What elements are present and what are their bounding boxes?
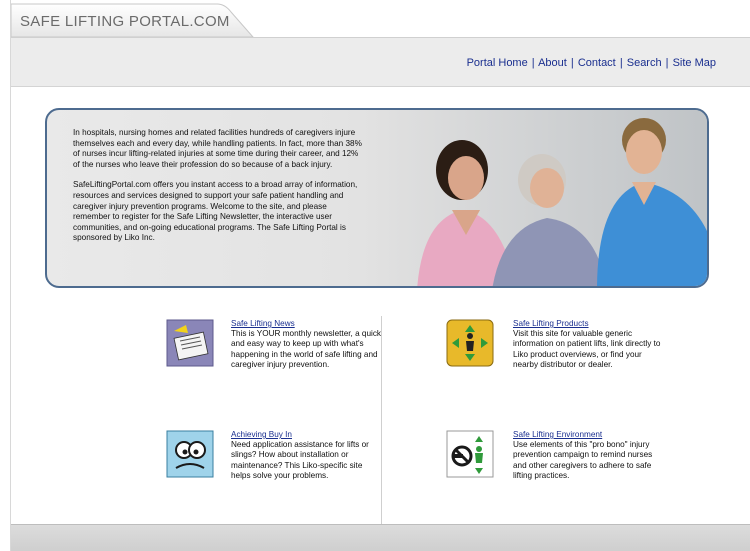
feature-safe-lifting-environment: Safe Lifting Environment Use elements of…: [513, 430, 663, 482]
feature-divider: [381, 316, 382, 524]
safe-lifting-news-link[interactable]: Safe Lifting News: [231, 319, 381, 329]
hero-paragraph-2: SafeLiftingPortal.com offers you instant…: [73, 180, 358, 243]
logo-tab[interactable]: SAFE LIFTING PORTAL.COM: [11, 2, 269, 38]
nav-separator: |: [665, 57, 669, 69]
safe-lifting-news-description: This is YOUR monthly newsletter, a quick…: [231, 329, 382, 370]
hero-caregivers-photo: [382, 110, 707, 286]
page-container: SAFE LIFTING PORTAL.COM Portal Home | Ab…: [10, 0, 750, 551]
feature-safe-lifting-products: Safe Lifting Products Visit this site fo…: [513, 319, 663, 371]
achieving-buy-in-link[interactable]: Achieving Buy In: [231, 430, 381, 440]
nav-separator: |: [619, 57, 623, 69]
site-logo[interactable]: SAFE LIFTING PORTAL.COM: [20, 13, 230, 30]
top-nav-links: Portal Home | About | Contact | Search |…: [467, 57, 716, 69]
hero-paragraph-1: In hospitals, nursing homes and related …: [73, 128, 362, 169]
feature-safe-lifting-news: Safe Lifting News This is YOUR monthly n…: [231, 319, 381, 371]
nav-link-about[interactable]: About: [538, 57, 567, 69]
hero-intro-text: In hospitals, nursing homes and related …: [73, 128, 363, 254]
nav-link-contact[interactable]: Contact: [578, 57, 616, 69]
top-nav-bar: Portal Home | About | Contact | Search |…: [11, 37, 750, 87]
safe-lifting-products-link[interactable]: Safe Lifting Products: [513, 319, 663, 329]
safe-lifting-environment-link[interactable]: Safe Lifting Environment: [513, 430, 663, 440]
nav-link-portal-home[interactable]: Portal Home: [467, 57, 528, 69]
face-icon[interactable]: [166, 430, 214, 478]
nav-separator: |: [531, 57, 535, 69]
nav-link-search[interactable]: Search: [627, 57, 662, 69]
nav-separator: |: [570, 57, 574, 69]
hero-banner: In hospitals, nursing homes and related …: [45, 108, 709, 288]
achieving-buy-in-description: Need application assistance for lifts or…: [231, 440, 369, 481]
newspaper-icon[interactable]: [166, 319, 214, 367]
nav-link-site-map[interactable]: Site Map: [673, 57, 716, 69]
feature-achieving-buy-in: Achieving Buy In Need application assist…: [231, 430, 381, 482]
safe-lifting-products-description: Visit this site for valuable generic inf…: [513, 329, 661, 370]
lift-arrows-icon[interactable]: [446, 319, 494, 367]
no-lift-sign-icon[interactable]: [446, 430, 494, 478]
safe-lifting-environment-description: Use elements of this "pro bono" injury p…: [513, 440, 653, 481]
footer-bar: [11, 524, 750, 551]
